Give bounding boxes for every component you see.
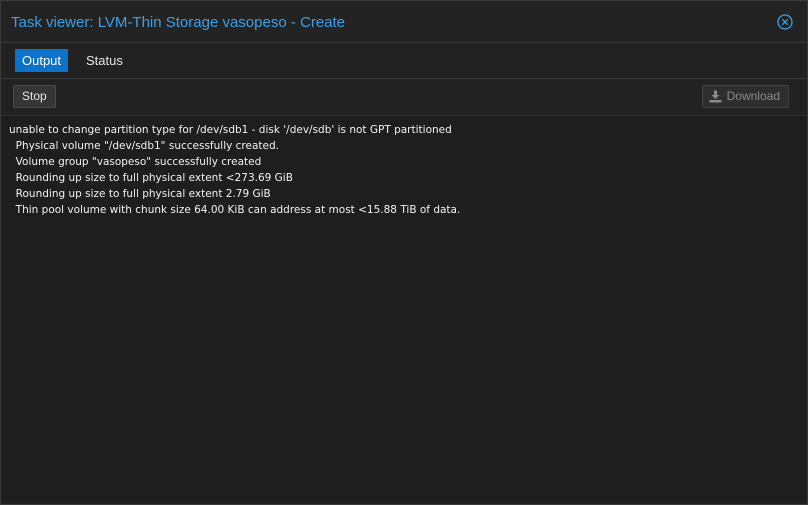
log-line: unable to change partition type for /dev… <box>9 124 452 136</box>
log-line: Volume group "vasopeso" successfully cre… <box>9 156 262 168</box>
task-log-output: unable to change partition type for /dev… <box>1 116 807 502</box>
stop-button[interactable]: Stop <box>13 85 56 108</box>
window-title: Task viewer: LVM-Thin Storage vasopeso -… <box>11 14 346 31</box>
title-bar: Task viewer: LVM-Thin Storage vasopeso -… <box>1 1 807 43</box>
tab-bar: Output Status <box>1 43 807 79</box>
task-viewer-window: Task viewer: LVM-Thin Storage vasopeso -… <box>0 0 808 505</box>
download-button-label: Download <box>726 89 780 103</box>
close-button[interactable] <box>777 14 793 30</box>
tab-output[interactable]: Output <box>15 49 69 72</box>
download-icon <box>709 90 722 103</box>
log-line: Rounding up size to full physical extent… <box>9 172 293 184</box>
log-line: Physical volume "/dev/sdb1" successfully… <box>9 140 279 152</box>
close-circle-icon <box>777 14 793 30</box>
log-line: Rounding up size to full physical extent… <box>9 188 271 200</box>
download-button[interactable]: Download <box>701 85 789 108</box>
tab-status[interactable]: Status <box>79 49 130 72</box>
toolbar: Stop Download <box>1 79 807 116</box>
stop-button-label: Stop <box>22 89 47 103</box>
log-line: Thin pool volume with chunk size 64.00 K… <box>9 204 461 216</box>
